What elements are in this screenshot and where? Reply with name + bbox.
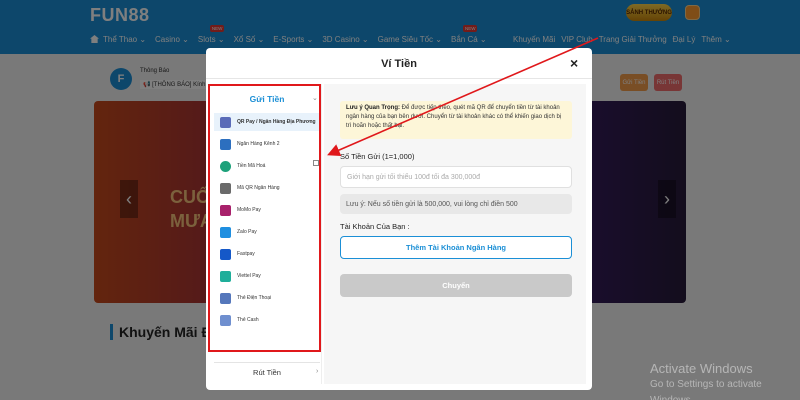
pay-method-zalo[interactable]: Zalo Pay — [214, 223, 320, 241]
external-link-icon — [313, 160, 319, 166]
pay-method-qr-pay[interactable]: QR Pay / Ngân Hàng Địa Phương — [214, 113, 320, 131]
pay-method-phone-card[interactable]: Thẻ Điện Thoại — [214, 289, 320, 307]
add-bank-account-button[interactable]: Thêm Tài Khoản Ngân Hàng — [340, 236, 572, 259]
pay-method-bank-qr[interactable]: Mã QR Ngân Hàng — [214, 179, 320, 197]
close-icon[interactable]: × — [570, 55, 578, 71]
tether-icon — [220, 160, 231, 172]
qr-scan-icon — [220, 182, 231, 194]
divider — [206, 78, 592, 79]
modal-title: Ví Tiền — [381, 58, 417, 70]
account-label: Tài Khoản Của Bạn : — [340, 222, 410, 231]
zalopay-icon — [220, 226, 231, 238]
divider — [214, 362, 320, 363]
qr-icon — [220, 116, 231, 128]
wallet-modal: Ví Tiền × Gửi Tiền ⌄ QR Pay / Ngân Hàng … — [206, 48, 592, 390]
important-note: Lưu ý Quan Trọng: Để được tiếp theo, qué… — [340, 101, 572, 139]
chevron-right-icon[interactable]: › — [316, 368, 318, 375]
pay-method-bank-channel-2[interactable]: Ngân Hàng Kênh 2 — [214, 135, 320, 153]
pay-method-crypto[interactable]: Tiền Mã Hoá — [214, 157, 320, 175]
momo-icon — [220, 204, 231, 216]
amount-label: Số Tiền Gửi (1=1,000) — [340, 152, 415, 161]
transfer-button[interactable]: Chuyển — [340, 274, 572, 297]
withdraw-section-header[interactable]: Rút Tiền — [212, 368, 322, 377]
fastpay-icon — [220, 248, 231, 260]
chevron-down-icon[interactable]: ⌄ — [312, 94, 318, 102]
amount-input[interactable]: Giới hạn gửi tối thiểu 100đ tối đa 300,0… — [340, 166, 572, 188]
viettelpay-icon — [220, 270, 231, 282]
deposit-section-header[interactable]: Gửi Tiền — [212, 94, 322, 104]
pay-method-momo[interactable]: MoMo Pay — [214, 201, 320, 219]
payment-sidebar: Gửi Tiền ⌄ QR Pay / Ngân Hàng Địa Phương… — [212, 84, 322, 384]
pay-method-viettel[interactable]: Viettel Pay — [214, 267, 320, 285]
bank-icon — [220, 138, 231, 150]
pay-method-cash-card[interactable]: Thẻ Cash — [214, 311, 320, 329]
cash-card-icon — [220, 314, 231, 326]
phone-card-icon — [220, 292, 231, 304]
pay-method-fastpay[interactable]: Fastpay — [214, 245, 320, 263]
activate-windows-watermark: Activate Windows Go to Settings to activ… — [650, 361, 762, 400]
amount-hint: Lưu ý: Nếu số tiền gửi là 500,000, vui l… — [340, 194, 572, 214]
deposit-form: Lưu ý Quan Trọng: Để được tiếp theo, qué… — [324, 84, 586, 384]
